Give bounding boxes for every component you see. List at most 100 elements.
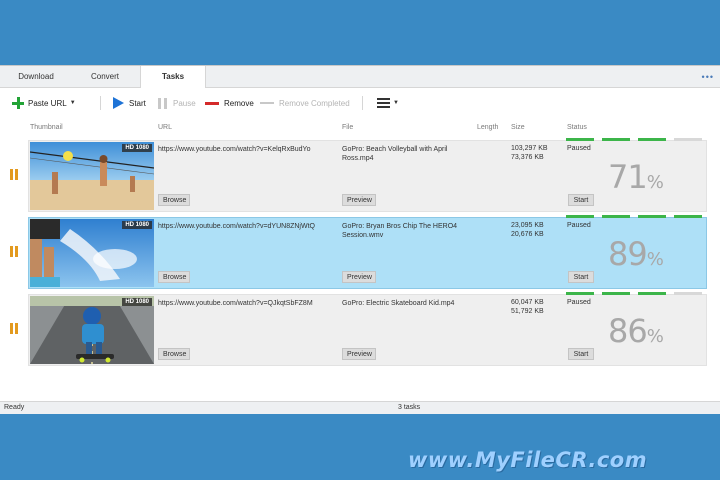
beach-volleyball-image <box>30 142 154 210</box>
hd-badge: HD 1080 <box>122 144 152 152</box>
progress-segment <box>638 138 666 141</box>
toolbar-separator <box>100 96 101 110</box>
file-name: GoPro: Electric Skateboard Kid.mp4 <box>342 300 455 307</box>
progress-segment <box>638 215 666 218</box>
progress-segment <box>638 292 666 295</box>
browse-button[interactable]: Browse <box>158 194 190 206</box>
progress-bar <box>566 138 702 141</box>
watermark-text: www.MyFileCR.com <box>408 448 648 472</box>
pause-button[interactable]: Pause <box>158 95 196 111</box>
hd-badge: HD 1080 <box>122 221 152 229</box>
status-bar-ready: Ready <box>4 404 25 411</box>
pause-icon <box>158 97 167 109</box>
remove-completed-button[interactable]: Remove Completed <box>260 95 350 111</box>
progress-segment <box>602 292 630 295</box>
preview-button[interactable]: Preview <box>342 194 376 206</box>
browse-button[interactable]: Browse <box>158 348 190 360</box>
tab-convert[interactable]: Convert <box>72 66 138 88</box>
video-thumbnail: HD 1080 <box>30 142 154 210</box>
tab-download[interactable]: Download <box>0 66 72 88</box>
minus-icon <box>205 101 219 105</box>
pause-icon[interactable] <box>10 323 18 334</box>
browse-button[interactable]: Browse <box>158 271 190 283</box>
play-icon <box>113 97 124 109</box>
progress-bar <box>566 292 702 295</box>
percent-sign: % <box>646 326 664 347</box>
task-row[interactable]: HD 1080 https://www.youtube.com/watch?v=… <box>0 215 720 289</box>
task-row[interactable]: HD 1080 https://www.youtube.com/watch?v=… <box>0 292 720 366</box>
tab-bar: Download Convert Tasks ••• <box>0 66 720 89</box>
tab-tasks[interactable]: Tasks <box>140 66 206 89</box>
size-total: 73,376 KB <box>511 154 544 161</box>
app-window: Download Convert Tasks ••• Paste URL ▼ S… <box>0 65 720 414</box>
start-button[interactable]: Start <box>113 95 146 111</box>
column-size[interactable]: Size <box>511 124 525 131</box>
status-bar: Ready 3 tasks <box>0 401 720 414</box>
percent-sign: % <box>646 172 664 193</box>
progress-segment <box>674 138 702 141</box>
pause-icon[interactable] <box>10 246 18 257</box>
toolbar-separator <box>362 96 363 110</box>
file-name: GoPro: Beach Volleyball with April Ross.… <box>342 146 448 162</box>
hamburger-menu-icon <box>377 98 390 108</box>
minus-icon <box>260 102 274 104</box>
url-text: https://www.youtube.com/watch?v=dYUN8ZNj… <box>158 223 315 230</box>
column-length[interactable]: Length <box>477 124 498 131</box>
video-thumbnail: HD 1080 <box>30 219 154 287</box>
percent-value: 86 <box>608 312 648 350</box>
status-text: Paused <box>567 145 591 152</box>
size-downloaded: 103,297 KB <box>511 145 548 152</box>
percent-sign: % <box>646 249 664 270</box>
start-button[interactable]: Start <box>568 194 594 206</box>
progress-segment <box>566 138 594 141</box>
url-text: https://www.youtube.com/watch?v=KelqRxBu… <box>158 146 311 153</box>
progress-segment <box>566 215 594 218</box>
percent-value: 89 <box>608 235 648 273</box>
progress-segment <box>602 138 630 141</box>
url-text: https://www.youtube.com/watch?v=QJkqtSbF… <box>158 300 313 307</box>
start-button[interactable]: Start <box>568 271 594 283</box>
start-button[interactable]: Start <box>568 348 594 360</box>
pause-label: Pause <box>173 98 196 108</box>
percent-display: 86% <box>608 312 664 350</box>
status-bar-task-count: 3 tasks <box>398 404 421 411</box>
start-label: Start <box>129 98 146 108</box>
size-total: 20,676 KB <box>511 231 544 238</box>
column-thumbnail[interactable]: Thumbnail <box>30 124 63 131</box>
column-header: Thumbnail URL File Length Size Status <box>0 122 720 136</box>
menu-button[interactable]: ▼ <box>377 95 399 111</box>
skateboard-image <box>30 296 154 364</box>
progress-segment <box>602 215 630 218</box>
toolbar: Paste URL ▼ Start Pause Remove Remove Co… <box>0 88 720 118</box>
paste-url-label: Paste URL <box>28 98 67 108</box>
remove-completed-label: Remove Completed <box>279 98 350 108</box>
task-row[interactable]: HD 1080 https://www.youtube.com/watch?v=… <box>0 138 720 212</box>
preview-button[interactable]: Preview <box>342 271 376 283</box>
progress-segment <box>674 215 702 218</box>
remove-label: Remove <box>224 98 254 108</box>
video-thumbnail: HD 1080 <box>30 296 154 364</box>
pause-icon[interactable] <box>10 169 18 180</box>
chevron-down-icon: ▼ <box>393 100 399 106</box>
tennis-image <box>30 219 154 287</box>
size-downloaded: 60,047 KB <box>511 299 544 306</box>
paste-url-button[interactable]: Paste URL ▼ <box>12 95 76 111</box>
percent-value: 71 <box>608 158 648 196</box>
remove-button[interactable]: Remove <box>205 95 254 111</box>
size-downloaded: 23,095 KB <box>511 222 544 229</box>
status-text: Paused <box>567 299 591 306</box>
progress-segment <box>674 292 702 295</box>
status-text: Paused <box>567 222 591 229</box>
percent-display: 89% <box>608 235 664 273</box>
column-status[interactable]: Status <box>567 124 587 131</box>
percent-display: 71% <box>608 158 664 196</box>
size-total: 51,792 KB <box>511 308 544 315</box>
column-file[interactable]: File <box>342 124 353 131</box>
preview-button[interactable]: Preview <box>342 348 376 360</box>
file-name: GoPro: Bryan Bros Chip The HERO4 Session… <box>342 223 458 239</box>
column-url[interactable]: URL <box>158 124 172 131</box>
progress-segment <box>566 292 594 295</box>
plus-icon <box>12 97 24 109</box>
more-options-icon[interactable]: ••• <box>702 72 714 82</box>
chevron-down-icon[interactable]: ▼ <box>70 100 76 106</box>
